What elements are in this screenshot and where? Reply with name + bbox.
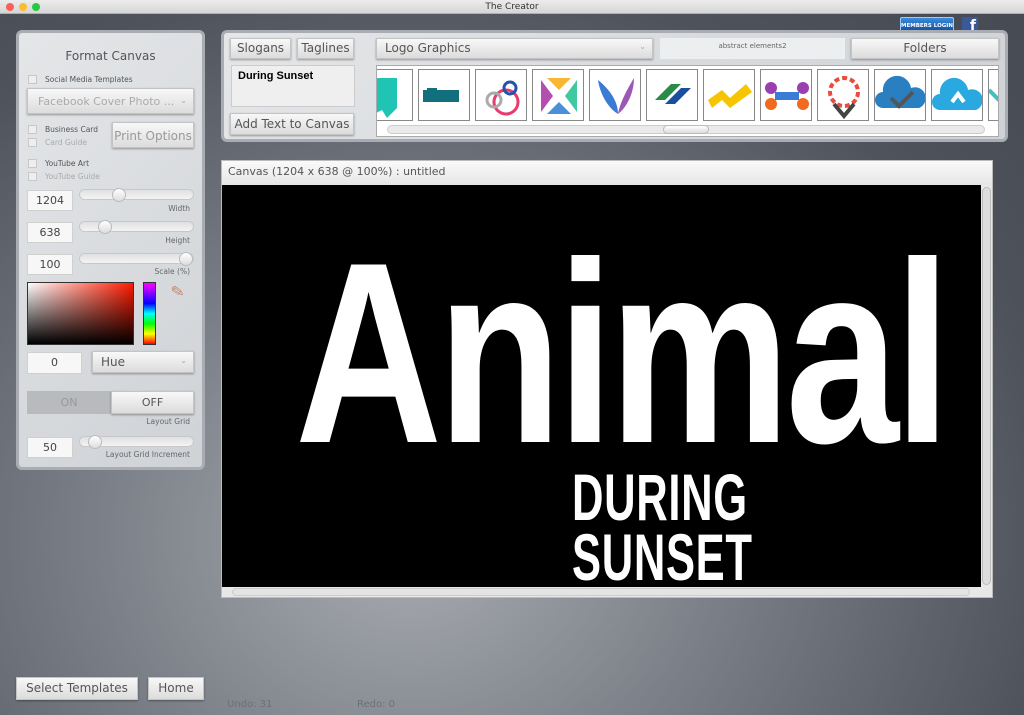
canvas-main-text[interactable]: Animal	[295, 224, 951, 482]
window-title: The Creator	[485, 2, 539, 12]
thumbnail-rings[interactable]	[475, 69, 527, 121]
canvas-vertical-scrollbar[interactable]	[982, 187, 991, 585]
cloud-sync-icon	[932, 77, 982, 110]
slider-knob[interactable]	[111, 188, 126, 202]
x-arrows-icon	[541, 78, 577, 114]
grid-on-button[interactable]: ON	[27, 391, 111, 414]
minimize-window-button[interactable]	[19, 3, 27, 11]
text-preview[interactable]: During Sunset	[231, 65, 355, 107]
arrows-logo-icon	[655, 84, 691, 104]
thumbnail-banner-ribbon[interactable]	[418, 69, 470, 121]
hue-slider[interactable]	[143, 282, 156, 345]
width-input[interactable]: 1204	[27, 190, 73, 211]
thumbnail-yellow-zigzag[interactable]	[703, 69, 755, 121]
eyedropper-icon[interactable]: ✎	[169, 281, 186, 302]
card-guide-label: Card Guide	[45, 138, 87, 147]
width-label: Width	[168, 204, 190, 213]
close-window-button[interactable]	[6, 3, 14, 11]
color-picker-field[interactable]	[27, 282, 134, 345]
canvas-header: Canvas (1204 x 638 @ 100%) : untitled	[222, 161, 992, 185]
social-media-label: Social Media Templates	[45, 75, 133, 84]
scrollbar-thumb[interactable]	[663, 125, 709, 134]
template-select[interactable]: Facebook Cover Photo ... ⌄	[27, 88, 194, 114]
partial-icon	[989, 88, 998, 102]
add-text-button[interactable]: Add Text to Canvas	[230, 113, 354, 135]
slogans-button[interactable]: Slogans	[230, 38, 291, 59]
grid-increment-slider[interactable]	[79, 435, 194, 449]
taglines-button[interactable]: Taglines	[297, 38, 354, 59]
chevron-down-icon: ⌄	[180, 356, 187, 365]
color-mode-select[interactable]: Hue ⌄	[92, 351, 194, 373]
thumbnail-molecule-dots[interactable]	[760, 69, 812, 121]
grid-off-button[interactable]: OFF	[111, 391, 194, 414]
folders-button[interactable]: Folders	[851, 38, 999, 59]
width-slider[interactable]	[79, 188, 194, 202]
thumbnail-scrollbar[interactable]	[387, 125, 985, 134]
grid-increment-input[interactable]: 50	[27, 437, 73, 458]
feather-v-icon	[598, 78, 634, 114]
collection-name: abstract elements2	[660, 38, 845, 59]
social-media-checkbox[interactable]	[28, 75, 37, 84]
layout-grid-label: Layout Grid	[146, 417, 190, 426]
molecule-dots-icon	[765, 82, 809, 110]
scale-slider[interactable]	[79, 252, 194, 266]
cloud-check-icon	[875, 75, 925, 109]
design-canvas[interactable]: Animal DURING SUNSET	[222, 185, 981, 587]
rings-icon	[485, 80, 520, 116]
scale-input[interactable]: 100	[27, 254, 73, 275]
height-input[interactable]: 638	[27, 222, 73, 243]
undo-counter[interactable]: Undo: 31	[227, 699, 272, 710]
thumbnail-pin-dots[interactable]	[817, 69, 869, 121]
youtube-guide-label: YouTube Guide	[45, 172, 100, 181]
category-select-value: Logo Graphics	[385, 41, 471, 55]
home-button[interactable]: Home	[148, 677, 204, 700]
thumbnail-partial[interactable]	[988, 69, 998, 121]
business-card-label: Business Card	[45, 125, 99, 134]
canvas-window: Canvas (1204 x 638 @ 100%) : untitled An…	[221, 160, 993, 598]
business-card-checkbox[interactable]	[28, 125, 37, 134]
text-preview-value: During Sunset	[238, 70, 314, 82]
teal-ribbon-icon	[377, 78, 397, 118]
redo-counter[interactable]: Redo: 0	[357, 699, 395, 710]
print-options-button[interactable]: Print Options	[112, 122, 194, 148]
card-guide-checkbox[interactable]	[28, 138, 37, 147]
thumbnail-arrows-logo[interactable]	[646, 69, 698, 121]
height-label: Height	[165, 236, 190, 245]
title-bar: The Creator	[0, 0, 1024, 14]
canvas-sub-text[interactable]: DURING SUNSET	[572, 464, 842, 587]
hue-value-input[interactable]: 0	[27, 352, 82, 374]
chevron-down-icon: ⌄	[639, 42, 646, 51]
banner-ribbon-icon	[423, 88, 459, 102]
template-select-value: Facebook Cover Photo ...	[38, 95, 175, 108]
thumbnail-x-arrows[interactable]	[532, 69, 584, 121]
thumbnail-strip	[376, 65, 999, 137]
category-select[interactable]: Logo Graphics ⌄	[376, 38, 653, 59]
slider-knob[interactable]	[97, 220, 112, 234]
grid-increment-label: Layout Grid Increment	[105, 450, 190, 459]
canvas-horizontal-scrollbar[interactable]	[232, 588, 970, 596]
thumbnail-feather-v[interactable]	[589, 69, 641, 121]
youtube-art-checkbox[interactable]	[28, 159, 37, 168]
slider-knob[interactable]	[87, 435, 102, 449]
color-mode-value: Hue	[101, 355, 126, 369]
thumbnail-cloud-check[interactable]	[874, 69, 926, 121]
pin-dots-icon	[828, 76, 860, 120]
thumbnail-teal-ribbon[interactable]	[377, 69, 413, 121]
slider-knob[interactable]	[179, 252, 193, 266]
scale-label: Scale (%)	[154, 267, 190, 276]
youtube-art-label: YouTube Art	[45, 159, 90, 168]
content-library-panel: Slogans Taglines During Sunset Add Text …	[221, 30, 1008, 142]
select-templates-button[interactable]: Select Templates	[16, 677, 138, 700]
format-canvas-panel: Format Canvas Social Media Templates Fac…	[16, 30, 205, 470]
thumbnail-cloud-sync[interactable]	[931, 69, 983, 121]
yellow-zigzag-icon	[708, 84, 752, 108]
panel-title: Format Canvas	[65, 49, 156, 63]
zoom-window-button[interactable]	[32, 3, 40, 11]
youtube-guide-checkbox[interactable]	[28, 172, 37, 181]
height-slider[interactable]	[79, 220, 194, 234]
chevron-down-icon: ⌄	[180, 96, 187, 105]
